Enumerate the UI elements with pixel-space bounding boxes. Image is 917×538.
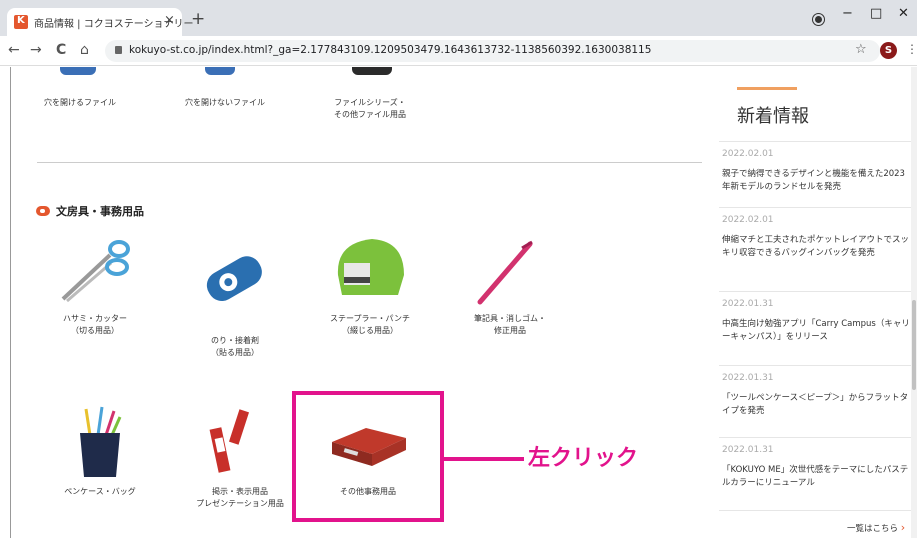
file-image[interactable] <box>352 67 392 75</box>
file-image[interactable] <box>60 67 96 75</box>
annotation-line <box>444 457 524 461</box>
product-stapler[interactable] <box>330 235 410 305</box>
news-text[interactable]: 中高生向け勉強アプリ「Carry Campus（キャリーキャンパス）」をリリース <box>722 318 910 344</box>
page-left-edge <box>10 67 11 538</box>
scrollbar-thumb[interactable] <box>912 300 916 390</box>
product-pen[interactable] <box>470 238 540 308</box>
news-date: 2022.01.31 <box>722 445 774 455</box>
product-label-stapler[interactable]: ステープラー・パンチ （綴じる用品） <box>315 313 425 337</box>
news-heading: 新着情報 <box>737 106 809 127</box>
minimize-button[interactable]: − <box>842 6 853 21</box>
pen-icon <box>477 240 533 305</box>
product-label-pen[interactable]: 筆記具・消しゴム・ 修正用品 <box>455 313 565 337</box>
close-tab-icon[interactable]: × <box>164 13 175 28</box>
reload-button[interactable]: C <box>56 42 66 58</box>
file-image[interactable] <box>205 67 235 75</box>
highlight-box <box>292 391 444 522</box>
news-item[interactable]: 2022.01.31 「ツールペンケース＜ピープ＞」からフラットタイプを発売 <box>719 365 911 437</box>
url-text: kokuyo-st.co.jp/index.html?_ga=2.1778431… <box>129 44 652 56</box>
product-glue[interactable] <box>198 250 270 310</box>
stapler-icon <box>337 239 404 295</box>
address-bar[interactable]: kokuyo-st.co.jp/index.html?_ga=2.1778431… <box>105 40 880 62</box>
marker-icon <box>209 409 250 473</box>
news-date: 2022.01.31 <box>722 299 774 309</box>
bookmark-star-icon[interactable]: ☆ <box>855 42 867 57</box>
new-tab-button[interactable]: + <box>191 9 205 29</box>
left-click-annotation: 左クリック <box>528 446 639 471</box>
profile-avatar[interactable]: S <box>880 42 897 59</box>
news-sidebar: 新着情報 2022.02.01 親子で納得できるデザインと機能を備えた2023年… <box>719 67 911 538</box>
news-item[interactable]: 2022.02.01 伸縮マチと工夫されたポケットレイアウトでスッキリ収容できる… <box>719 207 911 291</box>
news-date: 2022.02.01 <box>722 215 774 225</box>
browser-window: 商品情報 | コクヨステーショナリー × + − □ ✕ ← → C ⌂ kok… <box>0 0 917 538</box>
maximize-button[interactable]: □ <box>870 6 882 21</box>
news-text[interactable]: 親子で納得できるデザインと機能を備えた2023年新モデルのランドセルを発売 <box>722 168 910 194</box>
product-label-markers[interactable]: 掲示・表示用品 プレゼンテーション用品 <box>180 486 300 510</box>
extension-icon[interactable] <box>813 14 824 25</box>
glue-tape-icon <box>206 256 262 301</box>
section-divider <box>37 162 702 163</box>
tab-strip: 商品情報 | コクヨステーショナリー × + − □ ✕ <box>0 0 917 36</box>
browser-tab[interactable]: 商品情報 | コクヨステーショナリー × <box>7 8 194 36</box>
stationery-section-icon <box>36 206 50 216</box>
home-button[interactable]: ⌂ <box>80 42 89 58</box>
back-button[interactable]: ← <box>8 42 20 58</box>
product-label-scissors[interactable]: ハサミ・カッター （切る用品） <box>40 313 150 337</box>
news-text[interactable]: 「ツールペンケース＜ピープ＞」からフラットタイプを発売 <box>722 392 910 418</box>
news-more-link[interactable]: 一覧はこちら › <box>847 521 905 534</box>
category-non-punched-files[interactable]: 穴を開けないファイル <box>180 97 270 109</box>
close-window-button[interactable]: ✕ <box>898 6 909 21</box>
browser-menu-icon[interactable]: ⋮ <box>906 42 917 56</box>
product-markers[interactable] <box>200 408 260 478</box>
more-link-label: 一覧はこちら <box>847 524 899 534</box>
category-file-series[interactable]: ファイルシリーズ・ その他ファイル用品 <box>320 97 420 121</box>
category-hole-punched-files[interactable]: 穴を開けるファイル <box>40 97 120 109</box>
news-date: 2022.02.01 <box>722 149 774 159</box>
news-accent-bar <box>737 87 797 90</box>
product-scissors[interactable] <box>55 235 135 305</box>
news-date: 2022.01.31 <box>722 373 774 383</box>
news-text[interactable]: 「KOKUYO ME」次世代感をテーマにしたパステルカラーにリニューアル <box>722 464 910 490</box>
forward-button[interactable]: → <box>30 42 42 58</box>
news-item[interactable]: 2022.01.31 中高生向け勉強アプリ「Carry Campus（キャリーキ… <box>719 291 911 365</box>
news-item[interactable]: 2022.01.31 「KOKUYO ME」次世代感をテーマにしたパステルカラー… <box>719 437 911 511</box>
kokuyo-favicon-icon <box>14 15 28 29</box>
section-title: 文房具・事務用品 <box>56 205 144 218</box>
scissors-icon <box>61 240 130 303</box>
product-label-glue[interactable]: のり・接着剤 （貼る用品） <box>180 335 290 359</box>
chevron-right-icon: › <box>900 521 906 534</box>
lock-icon <box>115 46 122 54</box>
news-text[interactable]: 伸縮マチと工夫されたポケットレイアウトでスッキリ収容できるバッグインバッグを発売 <box>722 234 910 260</box>
product-label-pen-case[interactable]: ペンケース・バッグ <box>45 486 155 498</box>
product-pen-case[interactable] <box>72 405 128 479</box>
pen-case-icon <box>80 406 122 477</box>
news-item[interactable]: 2022.02.01 親子で納得できるデザインと機能を備えた2023年新モデルの… <box>719 141 911 207</box>
browser-toolbar: ← → C ⌂ kokuyo-st.co.jp/index.html?_ga=2… <box>0 36 917 66</box>
